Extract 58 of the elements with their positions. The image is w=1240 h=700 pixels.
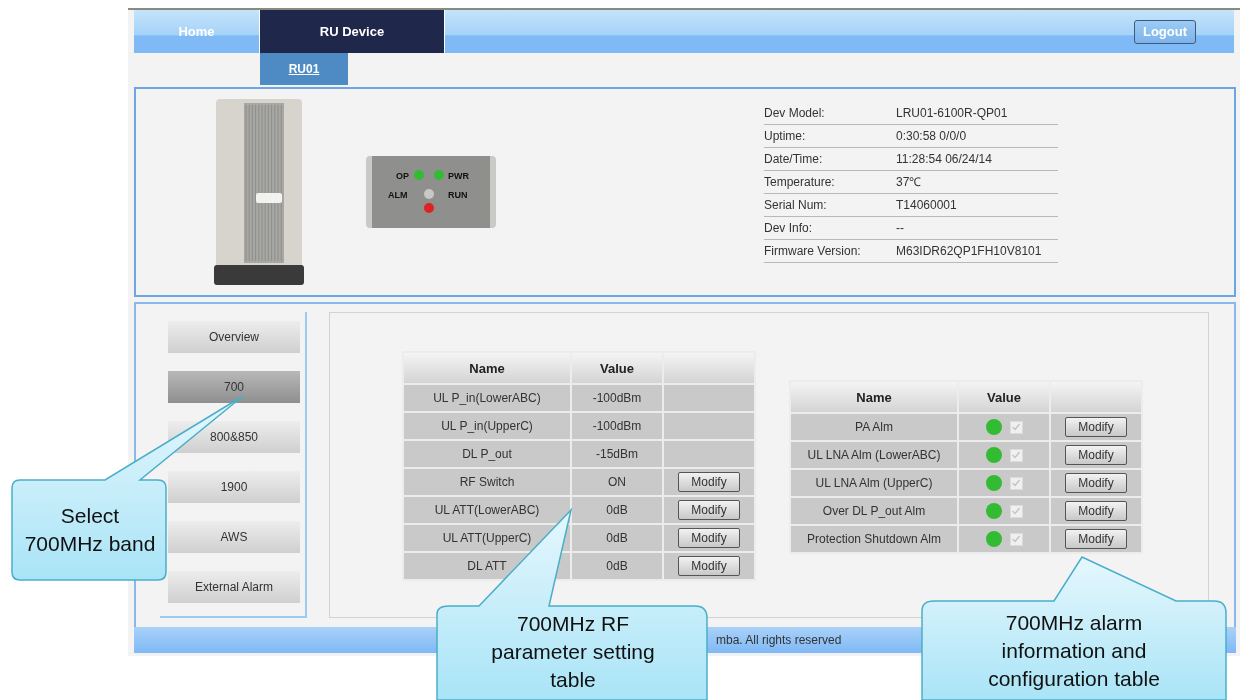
info-value: 0:30:58 0/0/0	[896, 128, 967, 143]
info-label: Date/Time:	[764, 151, 824, 166]
column-header: Name	[790, 381, 958, 413]
column-header: Name	[403, 352, 571, 384]
info-label: Serial Num:	[764, 197, 828, 212]
table-cell: DL P_out	[403, 440, 571, 468]
modify-button[interactable]: Modify	[1065, 445, 1127, 465]
table-cell: 0dB	[571, 524, 663, 552]
callout-text: 700MHz alarm information and configuration table	[987, 610, 1161, 692]
info-label: Temperature:	[764, 174, 836, 189]
led-label: OP	[396, 171, 409, 181]
sidebar-item[interactable]: Overview	[168, 321, 300, 353]
table-cell: UL P_in(UpperC)	[403, 412, 571, 440]
modify-button[interactable]: Modify	[678, 472, 740, 492]
table-cell: PA Alm	[790, 413, 958, 441]
table-cell: Over DL P_out Alm	[790, 497, 958, 525]
modify-button[interactable]: Modify	[1065, 473, 1127, 493]
sidebar-item[interactable]: 1900	[168, 471, 300, 503]
modify-button[interactable]: Modify	[1065, 417, 1127, 437]
info-value: LRU01-6100R-QP01	[896, 105, 1008, 120]
info-label: Dev Model:	[764, 105, 826, 120]
sub-tab[interactable]: RU01	[260, 53, 348, 85]
table-cell: -100dBm	[571, 412, 663, 440]
info-label: Uptime:	[764, 128, 807, 143]
column-header: Value	[958, 381, 1050, 413]
column-header: Value	[571, 352, 663, 384]
table-cell: Protection Shutdown Alm	[790, 525, 958, 553]
modify-button[interactable]: Modify	[678, 528, 740, 548]
table-cell: RF Switch	[403, 468, 571, 496]
sidebar-item[interactable]: AWS	[168, 521, 300, 553]
table-cell: UL LNA Alm (UpperC)	[790, 469, 958, 497]
callout-text: Select 700MHz band	[23, 503, 157, 557]
info-value: M63IDR62QP1FH10V8101	[896, 243, 1042, 258]
led-label: PWR	[448, 171, 469, 181]
led-label: RUN	[448, 190, 468, 200]
info-value: --	[896, 220, 904, 235]
table-cell: ON	[571, 468, 663, 496]
info-label: Firmware Version:	[764, 243, 862, 258]
table-cell: UL LNA Alm (LowerABC)	[790, 441, 958, 469]
modify-button[interactable]: Modify	[678, 556, 740, 576]
table-cell: 0dB	[571, 496, 663, 524]
table-cell: 0dB	[571, 552, 663, 580]
table-cell: -15dBm	[571, 440, 663, 468]
modify-button[interactable]: Modify	[678, 500, 740, 520]
info-value: T14060001	[896, 197, 957, 212]
nav-tab[interactable]: RU Device	[259, 10, 445, 53]
table-cell: UL P_in(LowerABC)	[403, 384, 571, 412]
callout-text: 700MHz RF parameter setting table	[490, 611, 656, 693]
led-label: ALM	[388, 190, 408, 200]
info-label: Dev Info:	[764, 220, 814, 235]
modify-button[interactable]: Modify	[1065, 501, 1127, 521]
modify-button[interactable]: Modify	[1065, 529, 1127, 549]
table-cell: -100dBm	[571, 384, 663, 412]
copyright-text: mba. All rights reserved	[716, 633, 842, 647]
info-value: 11:28:54 06/24/14	[896, 151, 992, 166]
sidebar-item[interactable]: 700	[168, 371, 300, 403]
info-value: 37℃	[896, 174, 922, 190]
sidebar-item[interactable]: External Alarm	[168, 571, 300, 603]
